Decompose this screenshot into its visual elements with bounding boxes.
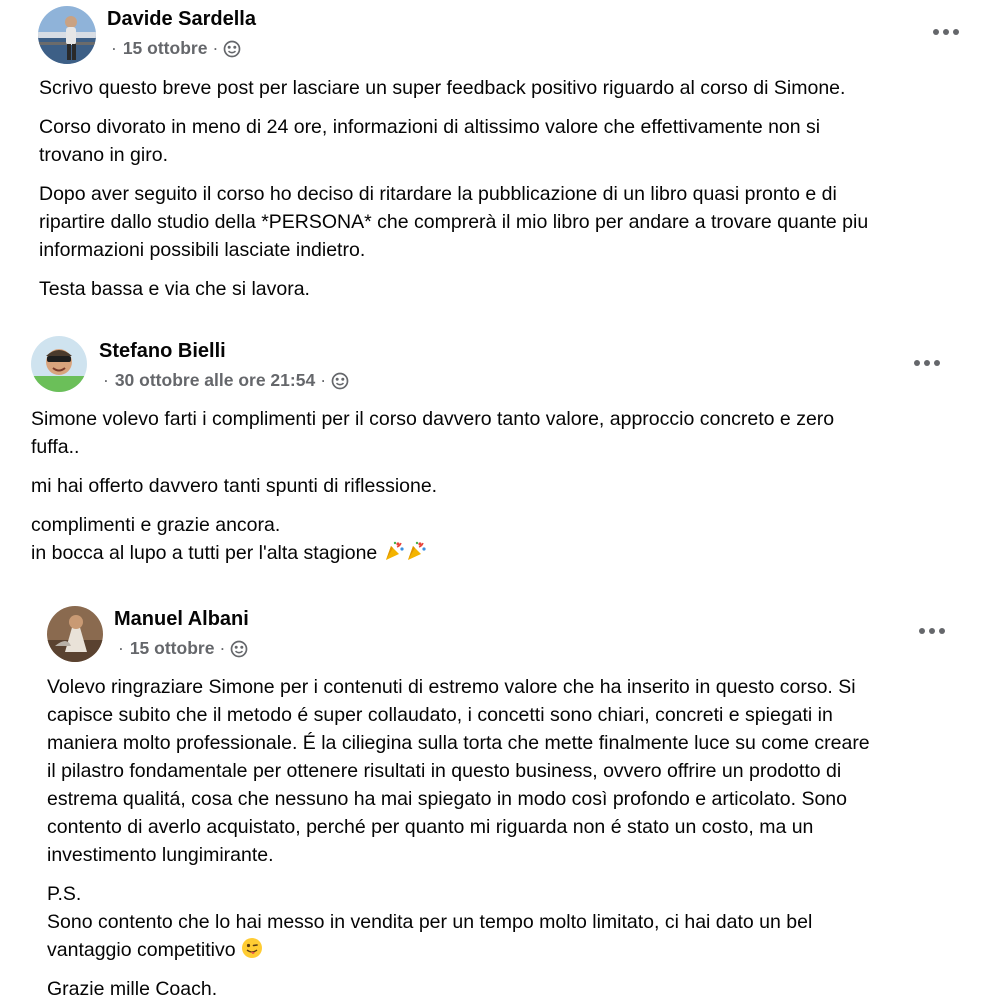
globe-icon [331, 372, 349, 390]
avatar[interactable] [47, 606, 103, 662]
post-paragraph: Corso divorato in meno di 24 ore, inform… [39, 116, 821, 166]
meta-separator: · [320, 370, 327, 390]
avatar[interactable] [31, 336, 87, 392]
more-options-icon[interactable] [914, 621, 950, 641]
post-body: Simone volevo farti i complimenti per il… [31, 405, 981, 578]
globe-icon [223, 40, 241, 58]
avatar[interactable] [38, 6, 96, 64]
winking-tongue-face-emoji [241, 937, 263, 959]
post-date[interactable]: 15 ottobre [130, 638, 215, 659]
post-paragraph: mi hai offerto davvero tanti spunti di r… [31, 475, 438, 497]
post-paragraph: complimenti e grazie ancora. in bocca al… [31, 514, 378, 564]
more-options-icon[interactable] [928, 22, 964, 42]
meta-separator: · [212, 38, 219, 58]
meta-separator: · [111, 38, 117, 58]
post-author[interactable]: Manuel Albani [114, 608, 249, 631]
meta-separator: · [219, 638, 226, 658]
post-meta: · 15 ottobre · [118, 638, 248, 659]
more-options-icon[interactable] [909, 353, 945, 373]
post-meta: · 30 ottobre alle ore 21:54 · [103, 370, 349, 391]
post-paragraph: Simone volevo farti i complimenti per il… [31, 408, 835, 458]
post-paragraph: P.S. Sono contento che lo hai messo in v… [47, 883, 813, 961]
post-paragraph: Testa bassa e via che si lavora. [39, 278, 310, 300]
post-paragraph-with-emoji: complimenti e grazie ancora. in bocca al… [31, 511, 981, 567]
post-paragraph: Dopo aver seguito il corso ho deciso di … [39, 183, 869, 261]
post-date[interactable]: 15 ottobre [123, 38, 208, 59]
post-davide-sardella: Davide Sardella · 15 ottobre · Scrivo qu… [0, 0, 1000, 320]
post-author[interactable]: Stefano Bielli [99, 340, 226, 363]
post-paragraph-with-emoji: P.S. Sono contento che lo hai messo in v… [47, 880, 982, 964]
post-manuel-albani: Manuel Albani · 15 ottobre · Volevo ring… [0, 598, 1000, 1000]
post-paragraph: Volevo ringraziare Simone per i contenut… [47, 676, 870, 866]
post-author[interactable]: Davide Sardella [107, 8, 256, 31]
post-body: Volevo ringraziare Simone per i contenut… [47, 673, 982, 1000]
post-body: Scrivo questo breve post per lasciare un… [39, 74, 984, 314]
post-paragraph: Scrivo questo breve post per lasciare un… [39, 77, 846, 99]
post-meta: · 15 ottobre · [111, 38, 241, 59]
meta-separator: · [118, 638, 124, 658]
post-paragraph: Grazie mille Coach. [47, 978, 218, 1000]
party-popper-emoji [405, 540, 427, 562]
globe-icon [230, 640, 248, 658]
party-popper-emoji [383, 540, 405, 562]
post-date[interactable]: 30 ottobre alle ore 21:54 [115, 370, 315, 391]
meta-separator: · [103, 370, 109, 390]
post-stefano-bielli: Stefano Bielli · 30 ottobre alle ore 21:… [0, 330, 1000, 590]
